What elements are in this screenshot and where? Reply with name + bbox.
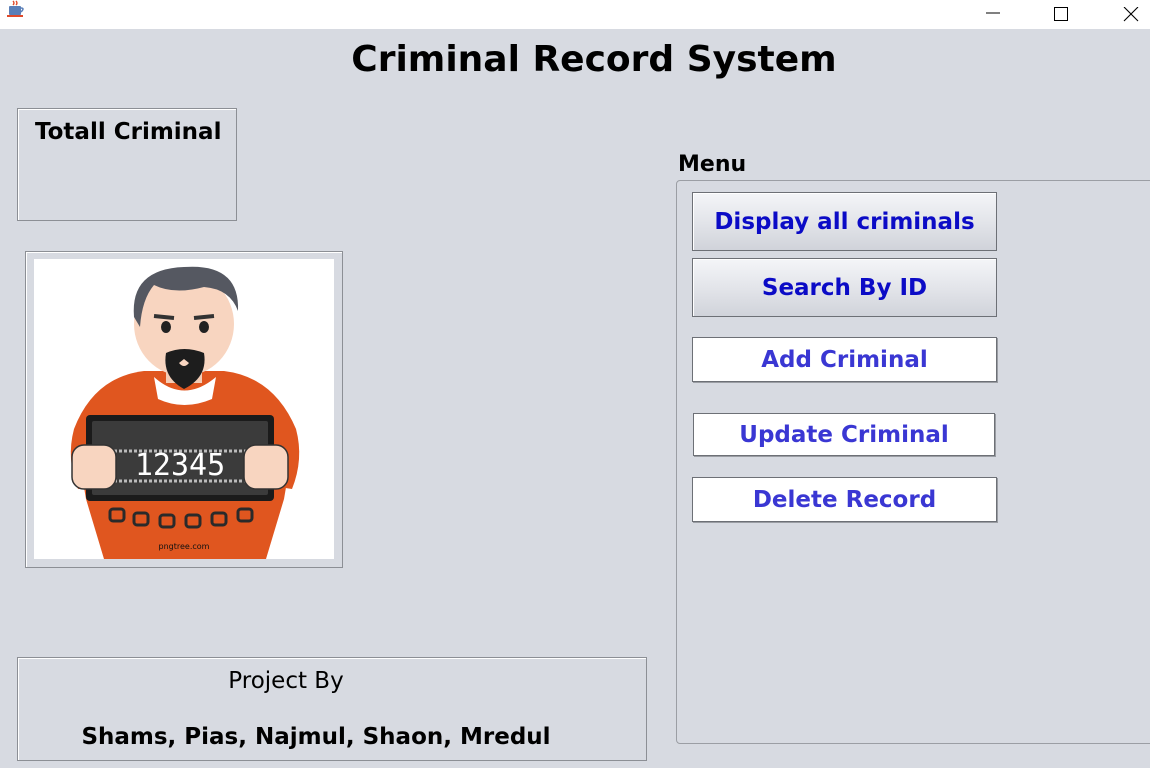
credits-heading: Project By: [228, 668, 344, 694]
criminal-image-frame: 12345 pngtree.com: [25, 251, 343, 568]
update-criminal-button[interactable]: Update Criminal: [693, 413, 995, 456]
maximize-button[interactable]: [1038, 0, 1084, 29]
add-criminal-button[interactable]: Add Criminal: [692, 337, 997, 382]
minimize-button[interactable]: [970, 0, 1016, 29]
credits-names: Shams, Pias, Najmul, Shaon, Mredul: [81, 724, 551, 750]
watermark-text: pngtree.com: [159, 542, 210, 551]
board-number: 12345: [135, 448, 225, 483]
delete-record-button[interactable]: Delete Record: [692, 477, 997, 522]
criminal-image: 12345 pngtree.com: [34, 259, 334, 559]
total-criminal-label: Totall Criminal: [35, 119, 222, 145]
maximize-icon: [1054, 6, 1068, 21]
prisoner-illustration: 12345 pngtree.com: [70, 266, 300, 559]
menu-label: Menu: [678, 152, 747, 177]
title-bar: [0, 0, 1150, 29]
display-all-criminals-button[interactable]: Display all criminals: [692, 192, 997, 251]
credits-panel: Project By Shams, Pias, Najmul, Shaon, M…: [17, 657, 647, 761]
search-by-id-button[interactable]: Search By ID: [692, 258, 997, 317]
close-button[interactable]: [1108, 0, 1150, 29]
page-title: Criminal Record System: [351, 39, 837, 80]
java-cup-icon[interactable]: [4, 0, 26, 17]
total-criminal-panel: Totall Criminal: [17, 108, 237, 221]
close-icon: [1123, 6, 1139, 21]
minimize-icon: [986, 12, 1000, 13]
